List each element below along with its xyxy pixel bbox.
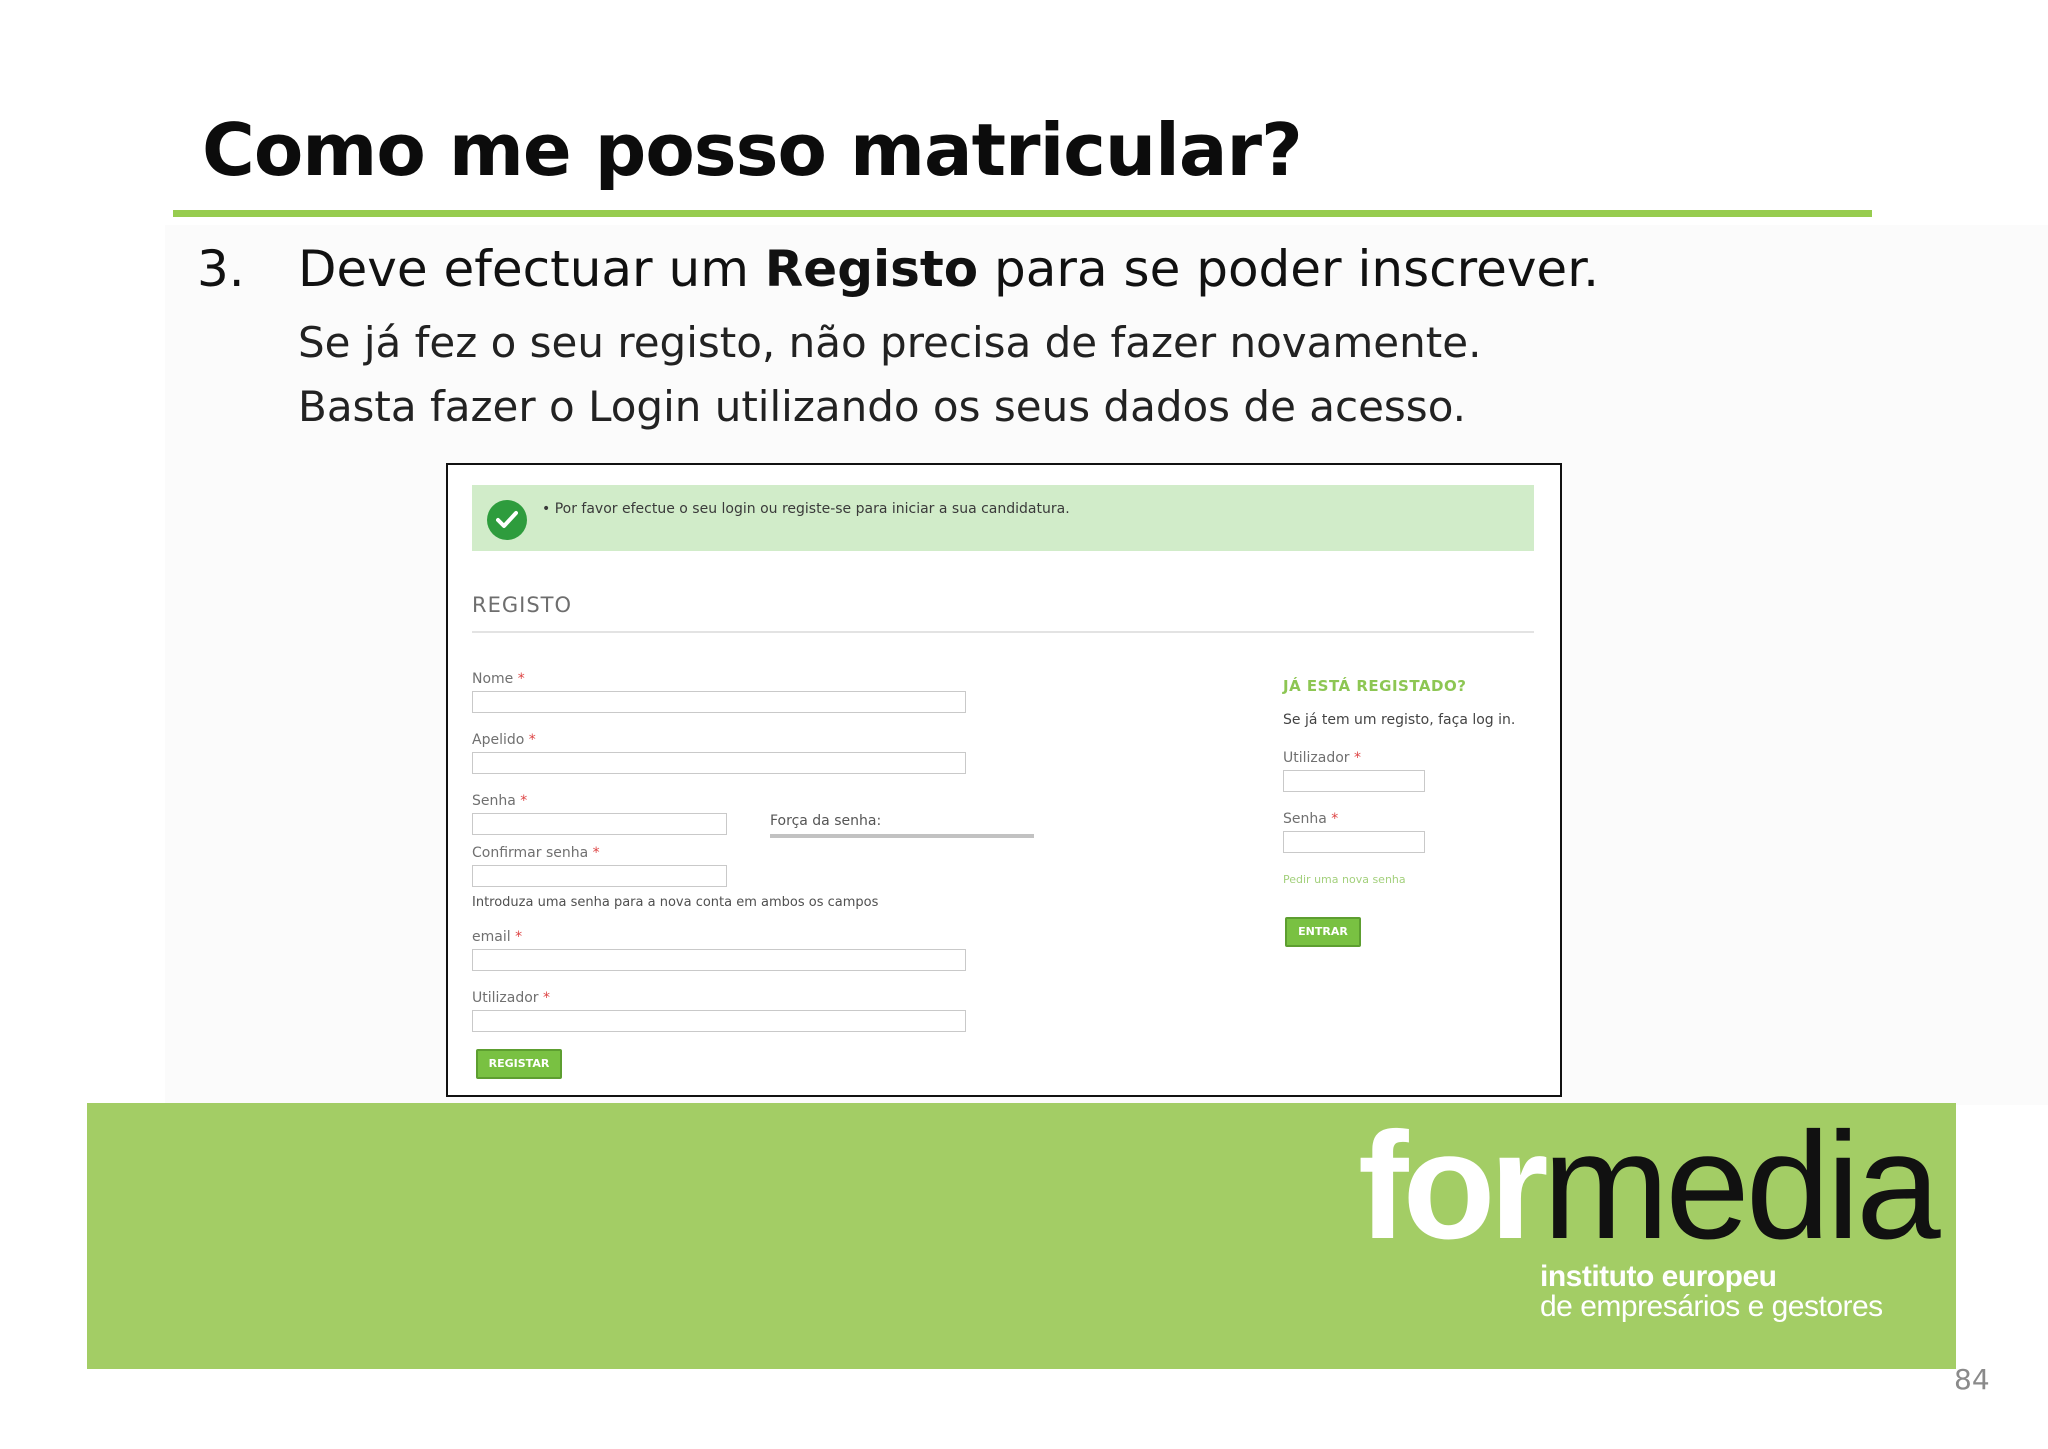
email-input[interactable] (472, 949, 966, 971)
login-button[interactable]: ENTRAR (1285, 917, 1361, 947)
step-number: 3. (197, 240, 245, 298)
registration-form-screenshot: • Por favor efectue o seu login ou regis… (446, 463, 1562, 1097)
page-number: 84 (1954, 1363, 1990, 1396)
step-text-before: Deve efectuar um (298, 240, 765, 298)
logo-part-for: for (1358, 1101, 1549, 1271)
form-heading: REGISTO (472, 593, 573, 617)
required-marker: * (515, 929, 523, 945)
step-text-bold: Registo (764, 240, 979, 298)
nome-label-text: Nome (472, 671, 514, 687)
password-strength-label: Força da senha: (770, 813, 882, 829)
required-marker: * (1354, 750, 1361, 766)
apelido-label: Apelido * (472, 732, 536, 748)
senha-input[interactable] (472, 813, 727, 835)
senha-label: Senha * (472, 793, 527, 809)
email-label-text: email (472, 929, 511, 945)
sub-line-1: Se já fez o seu registo, não precisa de … (298, 318, 1482, 367)
email-label: email * (472, 929, 522, 945)
utilizador-input[interactable] (472, 1010, 966, 1032)
login-panel-title: JÁ ESTÁ REGISTADO? (1283, 677, 1467, 695)
login-username-input[interactable] (1283, 770, 1425, 792)
apelido-input[interactable] (472, 752, 966, 774)
required-marker: * (1331, 811, 1339, 827)
utilizador-label: Utilizador * (472, 990, 550, 1006)
formedia-logo: formedia (1358, 1110, 1941, 1262)
forgot-password-link[interactable]: Pedir uma nova senha (1283, 873, 1406, 886)
required-marker: * (543, 990, 550, 1006)
senha-label-text: Senha (472, 793, 516, 809)
login-username-label-text: Utilizador (1283, 750, 1350, 766)
alert-message: • Por favor efectue o seu login ou regis… (542, 501, 1070, 517)
apelido-label-text: Apelido (472, 732, 525, 748)
step-text: Deve efectuar um Registo para se poder i… (298, 240, 1599, 298)
logo-tagline-1: instituto europeu (1540, 1260, 1777, 1293)
sub-line-2: Basta fazer o Login utilizando os seus d… (298, 382, 1467, 431)
step-text-after: para se poder inscrever. (978, 240, 1600, 298)
password-hint: Introduza uma senha para a nova conta em… (472, 895, 879, 910)
register-button[interactable]: REGISTAR (476, 1049, 562, 1079)
required-marker: * (517, 671, 525, 687)
check-icon (487, 500, 527, 540)
info-alert: • Por favor efectue o seu login ou regis… (472, 485, 1534, 551)
logo-tagline-2: de empresários e gestores (1540, 1290, 1883, 1323)
nome-input[interactable] (472, 691, 966, 713)
form-divider (472, 631, 1534, 633)
utilizador-label-text: Utilizador (472, 990, 539, 1006)
logo-part-media: media (1542, 1101, 1941, 1271)
login-password-input[interactable] (1283, 831, 1425, 853)
slide-title: Como me posso matricular? (202, 108, 1303, 192)
login-username-label: Utilizador * (1283, 750, 1361, 766)
confirmar-senha-label: Confirmar senha * (472, 845, 600, 861)
required-marker: * (520, 793, 528, 809)
nome-label: Nome * (472, 671, 525, 687)
password-strength-bar (770, 834, 1034, 838)
confirmar-senha-input[interactable] (472, 865, 727, 887)
confirmar-senha-label-text: Confirmar senha (472, 845, 589, 861)
login-panel-text: Se já tem um registo, faça log in. (1283, 712, 1516, 728)
login-password-label: Senha * (1283, 811, 1338, 827)
title-underline (173, 210, 1872, 217)
login-password-label-text: Senha (1283, 811, 1327, 827)
required-marker: * (592, 845, 600, 861)
required-marker: * (528, 732, 536, 748)
